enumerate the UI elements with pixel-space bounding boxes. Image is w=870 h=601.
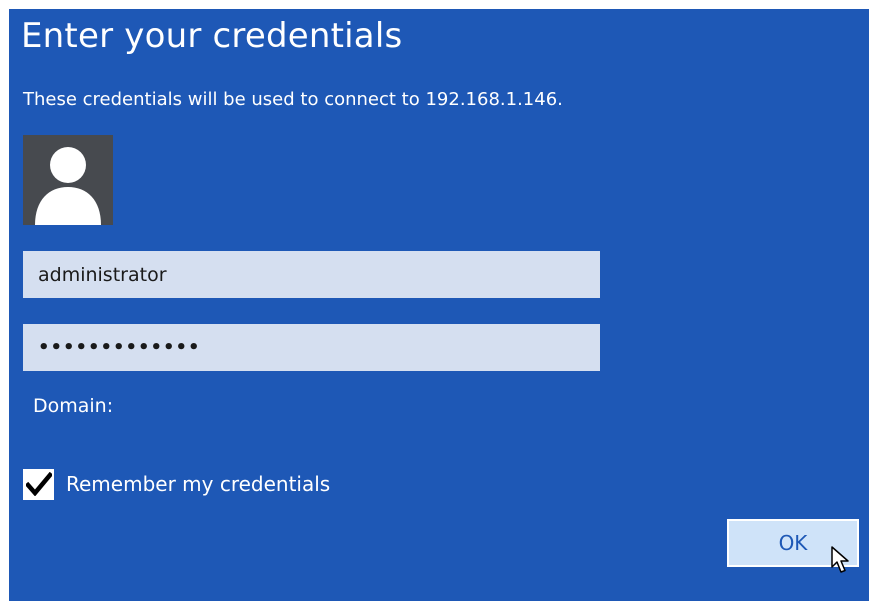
credentials-dialog: Enter your credentials These credentials… [9,9,869,601]
mouse-pointer-icon [831,546,849,573]
dialog-subtitle: These credentials will be used to connec… [23,89,563,110]
checkmark-icon [25,472,52,496]
checkbox-box[interactable] [23,468,54,500]
user-silhouette-icon [35,147,101,225]
user-avatar [23,135,113,225]
password-field[interactable]: ••••••••••••• [23,324,600,371]
remember-credentials-checkbox[interactable]: Remember my credentials [23,468,330,500]
remember-credentials-label: Remember my credentials [66,472,331,496]
username-field[interactable] [23,251,600,298]
domain-label: Domain: [33,395,114,417]
dialog-title: Enter your credentials [21,16,403,56]
